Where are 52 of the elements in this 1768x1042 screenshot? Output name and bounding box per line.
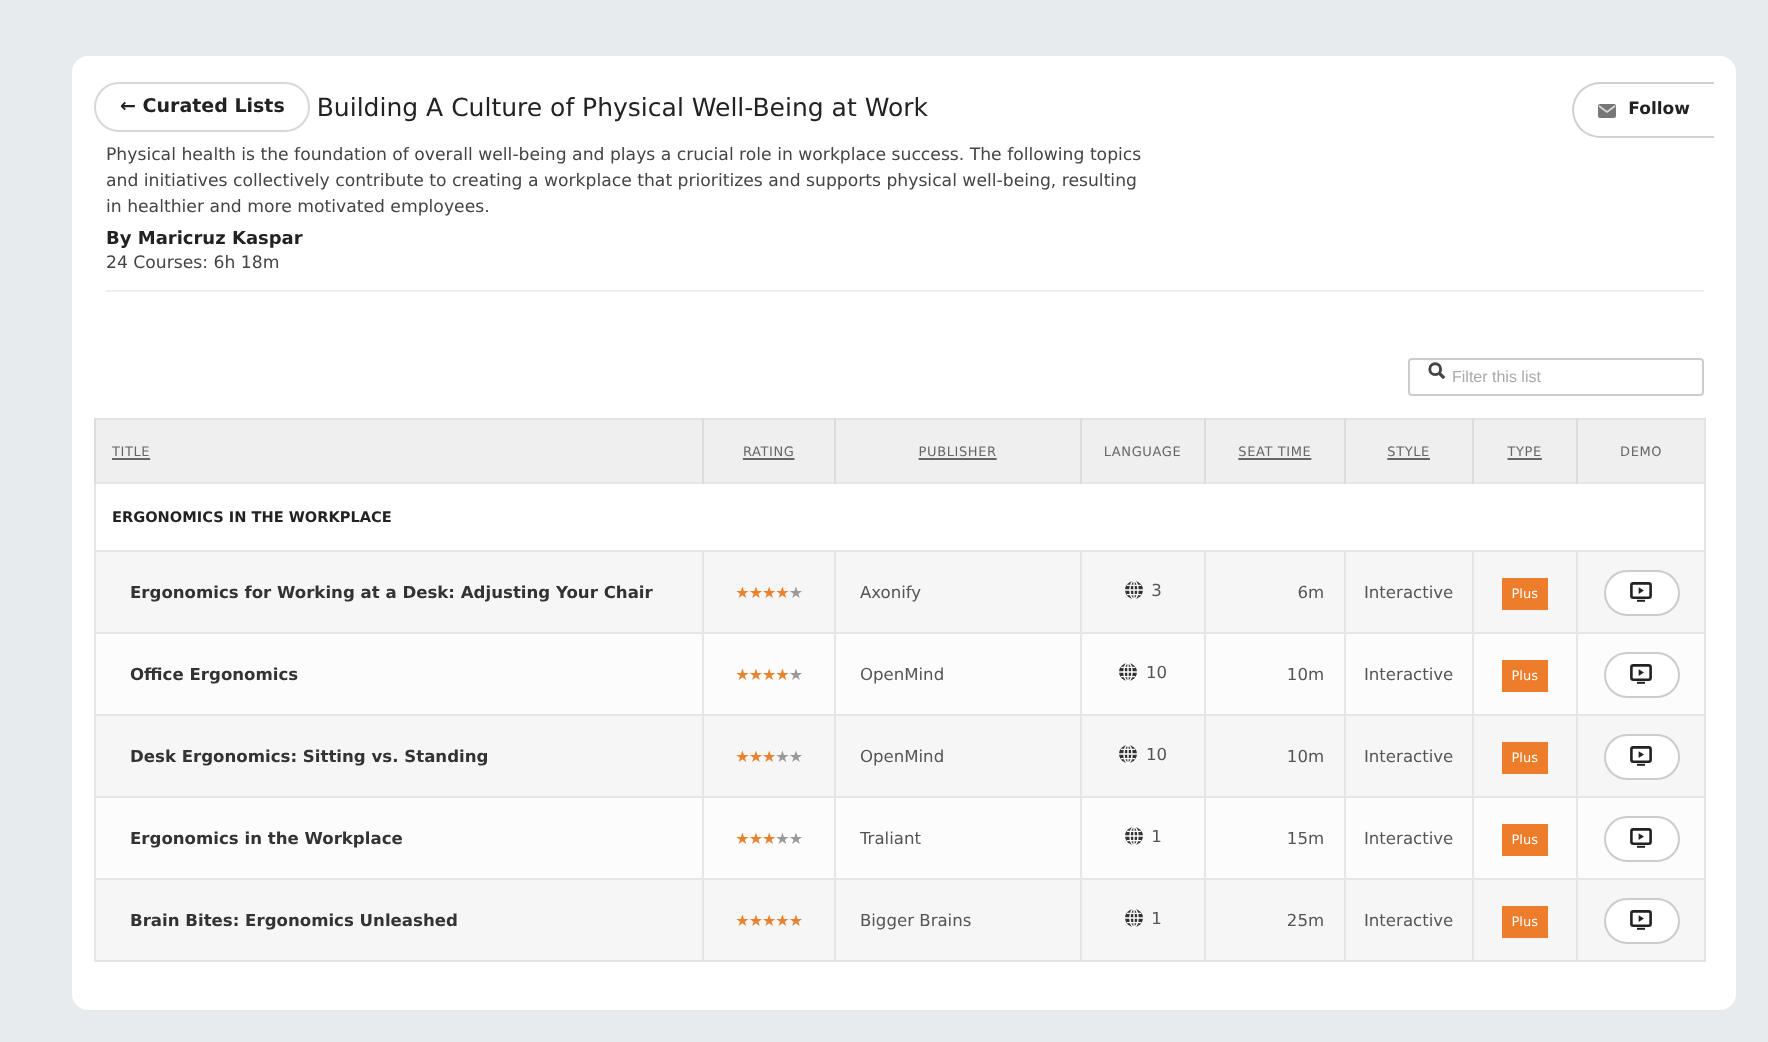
seat-time: 6m bbox=[1297, 582, 1325, 602]
course-summary: 24 Courses: 6h 18m bbox=[106, 254, 282, 274]
seat-time: 10m bbox=[1286, 664, 1325, 684]
globe-icon bbox=[1117, 744, 1138, 764]
demo-button[interactable] bbox=[1603, 815, 1680, 861]
language-count: 10 bbox=[1145, 662, 1168, 682]
seat-time: 10m bbox=[1286, 746, 1325, 766]
publisher: Axonify bbox=[859, 582, 922, 602]
seat-time: 25m bbox=[1286, 910, 1325, 930]
course-title[interactable]: Brain Bites: Ergonomics Unleashed bbox=[130, 910, 458, 930]
course-style: Interactive bbox=[1363, 828, 1454, 848]
course-style: Interactive bbox=[1363, 910, 1454, 930]
course-title[interactable]: Ergonomics in the Workplace bbox=[130, 828, 403, 848]
envelope-icon bbox=[1598, 103, 1617, 117]
publisher: OpenMind bbox=[859, 664, 945, 684]
play-icon bbox=[1630, 664, 1653, 684]
globe-icon bbox=[1123, 908, 1144, 928]
star-rating: ★★★★★ bbox=[735, 912, 803, 930]
star-rating: ★★★★★ bbox=[735, 666, 803, 684]
publisher: Traliant bbox=[859, 828, 921, 848]
publisher: Bigger Brains bbox=[859, 910, 972, 930]
course-style: Interactive bbox=[1363, 664, 1454, 684]
play-icon bbox=[1630, 746, 1653, 766]
seat-time: 15m bbox=[1286, 828, 1325, 848]
language-count: 3 bbox=[1151, 580, 1162, 600]
demo-button[interactable] bbox=[1603, 897, 1680, 943]
globe-icon bbox=[1117, 662, 1138, 682]
play-icon bbox=[1630, 828, 1653, 848]
demo-button[interactable] bbox=[1603, 569, 1680, 615]
star-rating: ★★★★★ bbox=[735, 830, 803, 848]
follow-button[interactable]: Follow bbox=[1572, 82, 1714, 138]
language-count: 10 bbox=[1145, 744, 1168, 764]
demo-button[interactable] bbox=[1603, 651, 1680, 697]
language-count: 1 bbox=[1151, 908, 1162, 928]
filter-field[interactable]: Filter this list bbox=[1408, 358, 1704, 396]
course-title[interactable]: Office Ergonomics bbox=[130, 664, 299, 684]
back-button[interactable]: ← Curated Lists bbox=[94, 82, 311, 132]
publisher: OpenMind bbox=[859, 746, 945, 766]
globe-icon bbox=[1123, 580, 1144, 600]
course-style: Interactive bbox=[1363, 746, 1454, 766]
play-icon bbox=[1630, 910, 1653, 930]
star-rating: ★★★★★ bbox=[735, 748, 803, 766]
description: Physical health is the foundation of overall well-being and plays a crucial role in workplace success. The following topics and initiatives collectively contribute to creating a workplace that prioritizes and supports physical well-being, resulting in healthier and more motivated employees. bbox=[106, 144, 1144, 222]
play-icon bbox=[1630, 582, 1653, 602]
star-rating: ★★★★★ bbox=[735, 584, 803, 602]
list-title: Building A Culture of Physical Well-Being at Work bbox=[316, 92, 928, 122]
globe-icon bbox=[1123, 826, 1144, 846]
course-title[interactable]: Desk Ergonomics: Sitting vs. Standing bbox=[130, 746, 489, 766]
author: By Maricruz Kaspar bbox=[106, 230, 305, 250]
language-count: 1 bbox=[1151, 826, 1162, 846]
demo-button[interactable] bbox=[1603, 733, 1680, 779]
course-style: Interactive bbox=[1363, 582, 1454, 602]
